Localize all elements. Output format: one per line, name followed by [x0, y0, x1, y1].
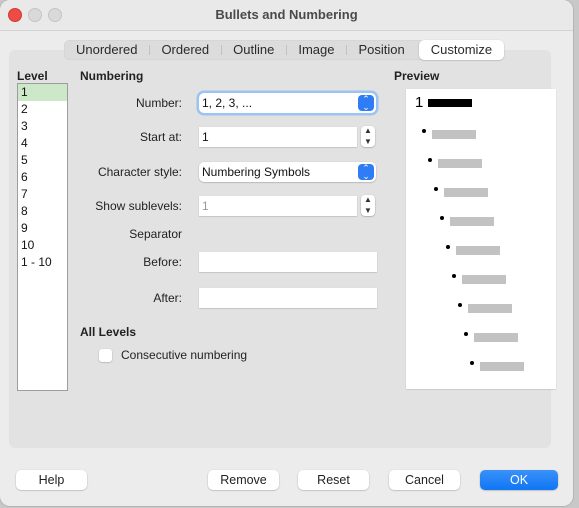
all-levels-heading: All Levels — [80, 325, 137, 339]
before-label: Before: — [143, 255, 182, 269]
number-format-value: 1, 2, 3, ... — [202, 96, 253, 110]
start-at-label: Start at: — [139, 130, 182, 144]
tab-image[interactable]: Image — [286, 40, 346, 60]
title-bar: Bullets and Numbering — [0, 0, 573, 31]
after-label: After: — [153, 291, 182, 305]
help-button[interactable]: Help — [16, 470, 87, 490]
number-label: Number: — [135, 96, 182, 110]
tab-position[interactable]: Position — [346, 40, 416, 60]
preview-bullet-icon — [464, 332, 468, 336]
separator-label: Separator — [129, 227, 182, 241]
preview-bullet-icon — [446, 245, 450, 249]
tab-customize[interactable]: Customize — [418, 40, 505, 60]
preview-level-bar — [432, 130, 476, 139]
show-sublevels-stepper[interactable]: ▲ ▼ — [361, 195, 375, 216]
cancel-button[interactable]: Cancel — [389, 470, 460, 490]
preview-bullet-icon — [440, 216, 444, 220]
stepper-up-icon[interactable]: ▲ — [361, 195, 375, 206]
character-style-select[interactable]: Numbering Symbols ⌃ ⌄ — [199, 162, 376, 182]
reset-button[interactable]: Reset — [298, 470, 369, 490]
select-arrows-icon: ⌃ ⌄ — [358, 95, 374, 112]
after-input[interactable] — [199, 288, 377, 308]
preview-level-bar — [444, 188, 488, 197]
bullets-numbering-dialog: Bullets and Numbering Unordered Ordered … — [0, 0, 573, 506]
level-heading: Level — [17, 69, 48, 83]
show-sublevels-label: Show sublevels: — [95, 199, 182, 213]
tab-unordered[interactable]: Unordered — [64, 40, 149, 60]
preview-level-bar — [468, 304, 512, 313]
ok-button[interactable]: OK — [480, 470, 558, 490]
preview-bullet-icon — [458, 303, 462, 307]
show-sublevels-input[interactable]: 1 — [199, 196, 357, 216]
preview-level-bar — [474, 333, 518, 342]
consecutive-numbering-checkbox[interactable] — [99, 349, 112, 362]
stepper-down-icon[interactable]: ▼ — [361, 206, 375, 217]
preview-level-bar — [480, 362, 524, 371]
preview-heading: Preview — [394, 69, 440, 83]
stepper-down-icon[interactable]: ▼ — [361, 137, 375, 148]
character-style-label: Character style: — [97, 165, 182, 179]
preview-number: 1 — [415, 94, 424, 111]
preview-bullet-icon — [452, 274, 456, 278]
select-arrows-icon: ⌃ ⌄ — [358, 164, 374, 181]
start-at-stepper[interactable]: ▲ ▼ — [361, 126, 375, 147]
preview-level-bar — [438, 159, 482, 168]
character-style-value: Numbering Symbols — [202, 165, 311, 179]
preview-bullet-icon — [470, 361, 474, 365]
preview-bullet-icon — [434, 187, 438, 191]
start-at-input[interactable]: 1 — [199, 127, 357, 147]
before-input[interactable] — [199, 252, 377, 272]
stepper-up-icon[interactable]: ▲ — [361, 126, 375, 137]
window-title: Bullets and Numbering — [215, 7, 358, 22]
numbering-heading: Numbering — [80, 69, 144, 83]
tab-bar: Unordered Ordered Outline Image Position… — [64, 40, 505, 60]
remove-button[interactable]: Remove — [208, 470, 279, 490]
preview-bullet-icon — [422, 129, 426, 133]
preview-level-bar — [456, 246, 500, 255]
number-format-select[interactable]: 1, 2, 3, ... ⌃ ⌄ — [199, 93, 376, 113]
preview-area: 1 — [406, 89, 556, 389]
tab-ordered[interactable]: Ordered — [149, 40, 221, 60]
preview-level-bar — [450, 217, 494, 226]
preview-bullet-icon — [428, 158, 432, 162]
tab-outline[interactable]: Outline — [221, 40, 286, 60]
consecutive-numbering-label[interactable]: Consecutive numbering — [121, 348, 247, 362]
preview-level-bar — [462, 275, 506, 284]
preview-level-1-bar — [428, 99, 472, 107]
